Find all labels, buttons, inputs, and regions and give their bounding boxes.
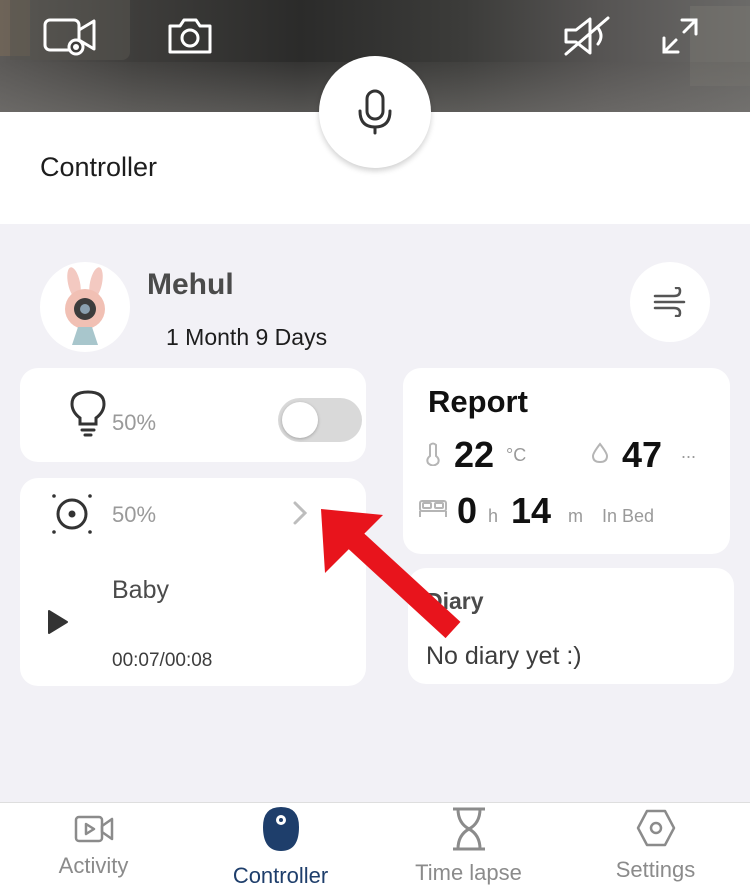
humidity-value: 47 [622,434,663,475]
song-title: Baby [112,576,169,604]
tab-settings[interactable]: Settings [562,803,749,892]
tab-controller[interactable]: Controller [187,803,374,892]
baby-age: 1 Month 9 Days [166,324,328,350]
tab-label: Settings [615,857,696,882]
sleep-label: In Bed [602,506,655,526]
play-icon[interactable] [46,609,70,635]
page-title: Controller [40,152,158,182]
bottom-tab-bar: Activity Controller Time lapse Settings [0,802,750,892]
camera-icon[interactable] [162,14,218,58]
tab-time-lapse[interactable]: Time lapse [375,803,562,892]
hours-unit: h [488,506,499,526]
light-brightness: 50% [112,410,157,435]
fan-button[interactable] [630,262,710,342]
expand-icon[interactable] [652,14,708,58]
wind-icon [653,287,686,317]
baby-name: Mehul [147,268,234,301]
light-toggle[interactable] [278,398,362,442]
light-bulb-icon [70,390,106,437]
speaker-muted-icon[interactable] [560,14,616,58]
hourglass-icon [452,807,485,851]
microphone-icon [358,89,392,135]
volume-level: 50% [112,502,157,527]
microphone-button[interactable] [319,56,431,168]
tab-label: Controller [232,863,329,888]
tab-label: Time lapse [415,860,522,885]
humidity-drop-icon [591,442,609,464]
tab-activity[interactable]: Activity [0,803,187,892]
avatar[interactable] [40,262,130,352]
speaker-volume-icon [52,494,92,534]
song-progress-time: 00:07/00:08 [112,650,213,671]
video-icon [74,815,113,843]
temperature-value: 22 [454,434,495,475]
night-light-card[interactable]: 50% [20,368,366,462]
annotation-arrow [321,509,461,639]
humidity-more: ... [681,442,697,462]
chevron-right-icon[interactable] [292,500,308,526]
minutes-unit: m [568,506,583,526]
controller-icon [262,807,299,851]
thermometer-icon [426,442,440,466]
video-record-icon[interactable] [42,14,98,58]
toggle-knob [282,402,318,438]
tab-label: Activity [58,853,129,878]
report-title: Report [428,384,528,419]
sleep-minutes: 14 [511,490,552,531]
bunny-camera-icon [65,267,105,345]
temperature-unit: °C [506,445,527,465]
hexagon-gear-icon [636,809,675,847]
